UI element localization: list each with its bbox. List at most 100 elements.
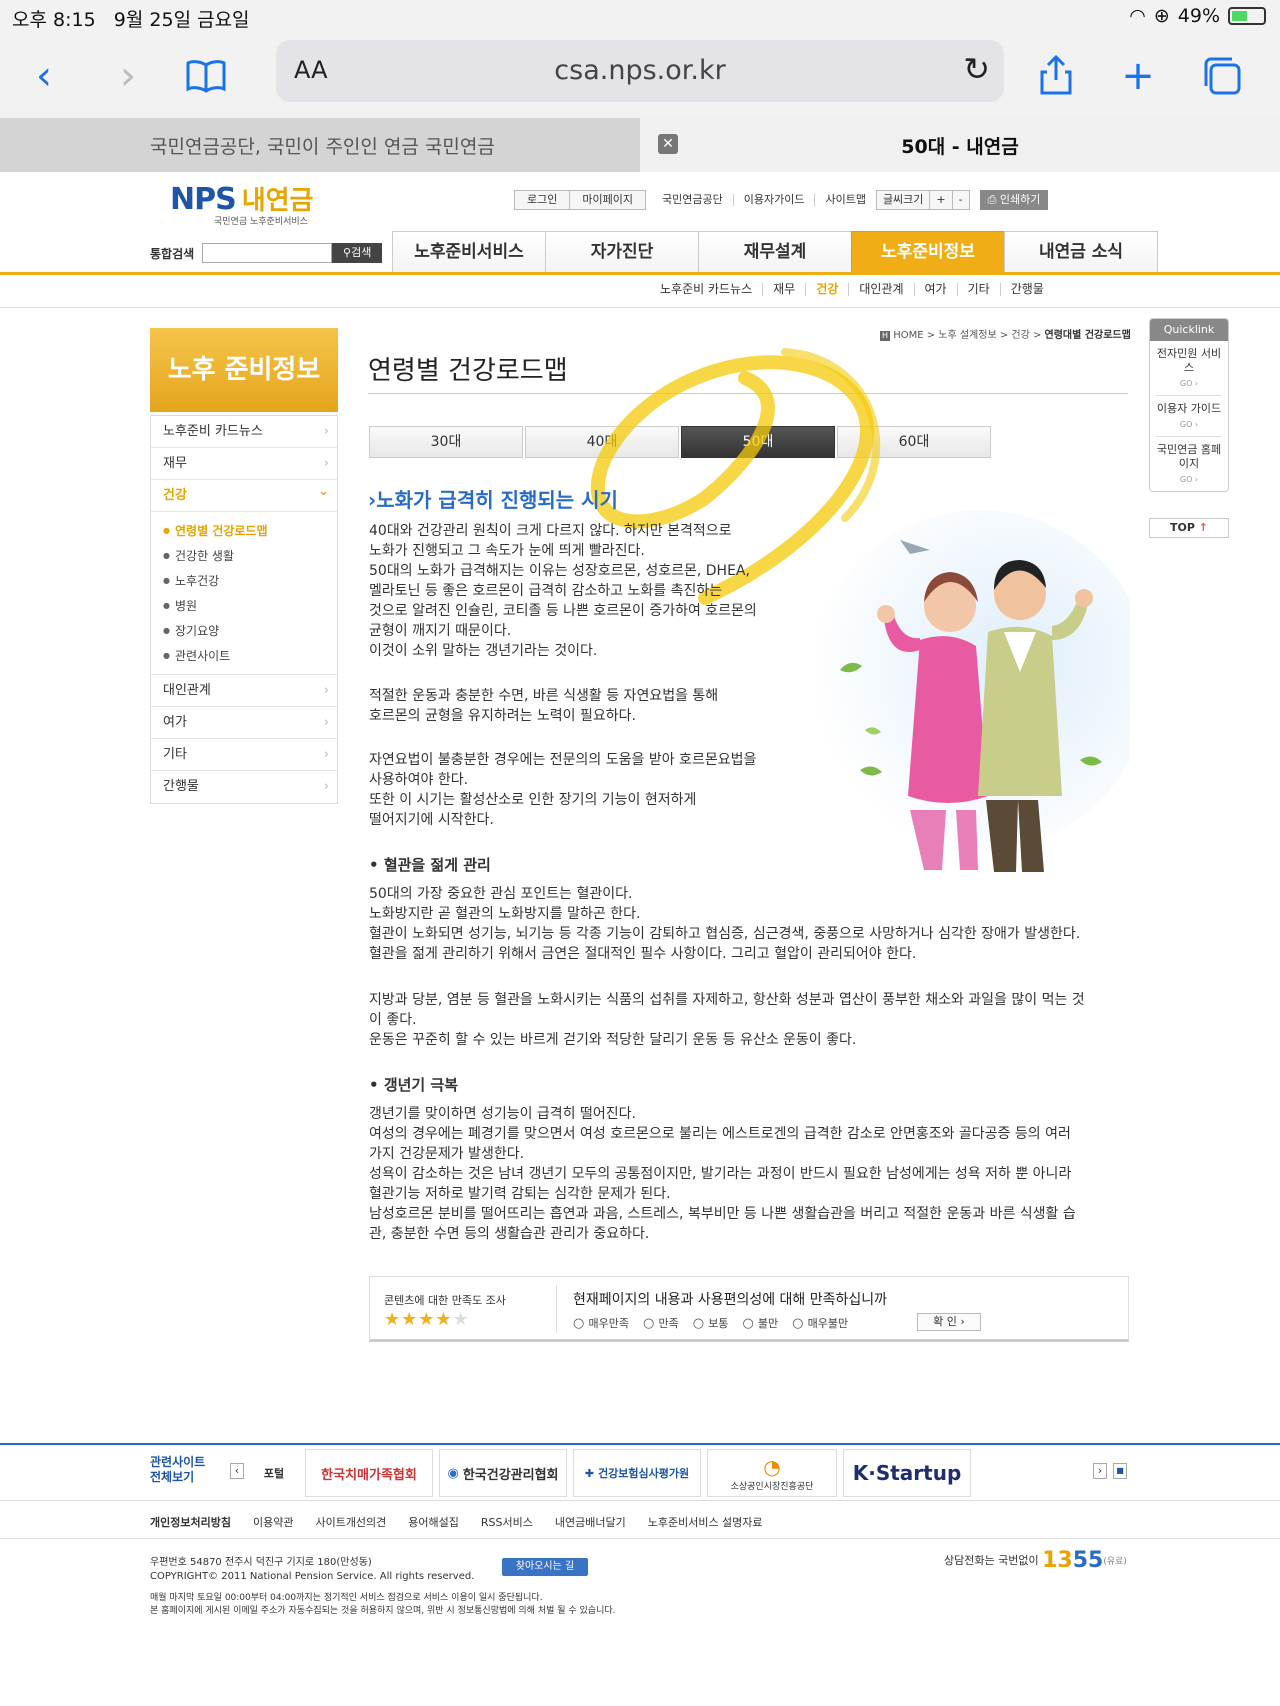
chevron-left-icon[interactable]: ‹ [230, 1463, 244, 1479]
stop-icon[interactable]: ■ [1113, 1463, 1127, 1479]
quicklink-user-guide[interactable]: 이용자 가이드 GO › [1156, 396, 1222, 437]
font-decrease-button[interactable]: - [952, 190, 970, 210]
sidebar-sub-age-roadmap[interactable]: 연령별 건강로드맵 [163, 518, 337, 543]
sidebar-sub-hospital[interactable]: 병원 [163, 593, 337, 618]
survey-confirm-button[interactable]: 확 인 › [917, 1313, 981, 1331]
banner-dementia-family[interactable]: 한국치매가족협회 [305, 1449, 433, 1497]
sidebar-item-etc[interactable]: 기타 [151, 739, 337, 771]
footer-notice: 매월 마지막 토요일 00:00부터 04:00까지는 정기적인 서비스 점검으… [150, 1592, 616, 1618]
subnav-health[interactable]: 건강 [805, 283, 848, 296]
privacy-policy-link[interactable]: 개인정보처리방침 [150, 1514, 231, 1530]
bookmarks-icon[interactable] [178, 48, 234, 104]
directions-button[interactable]: 찾아오시는 길 [502, 1558, 588, 1576]
sidebar-sub-healthy-life[interactable]: 건강한 생활 [163, 543, 337, 568]
service-material-link[interactable]: 노후준비서비스 설명자료 [648, 1514, 763, 1530]
option-very-dissatisfied[interactable]: 매우불만 [792, 1315, 848, 1331]
site-feedback-link[interactable]: 사이트개선의견 [315, 1514, 386, 1530]
text-line: 지방과 당분, 염분 등 혈관을 노화시키는 식품의 섭취를 자제하고, 항산화… [369, 992, 1085, 1008]
nps-link[interactable]: 국민연금공단 [652, 194, 733, 206]
new-tab-icon[interactable]: + [1110, 48, 1166, 104]
forward-icon[interactable]: › [100, 48, 156, 104]
site-logo[interactable]: NPS 내연금 국민연금 노후준비서비스 [170, 180, 314, 227]
banner-health-management[interactable]: ◉ 한국건강관리협회 [439, 1449, 567, 1497]
quicklink-e-civil[interactable]: 전자민원 서비스 GO › [1156, 341, 1222, 396]
sidebar-item-relationships[interactable]: 대인관계 [151, 675, 337, 707]
banner-link[interactable]: 내연금배너달기 [555, 1514, 626, 1530]
tab-50s-active[interactable]: ✕ 50대 - 내연금 [640, 118, 1280, 172]
banner-semas[interactable]: ◔ 소상공인시장진흥공단 [707, 1449, 837, 1497]
sidebar-item-health[interactable]: 건강 [151, 476, 337, 512]
sitemap-link[interactable]: 사이트맵 [814, 194, 875, 206]
star-icon: ★ [384, 1309, 402, 1330]
address-bar[interactable]: AA csa.nps.or.kr ↻ [276, 40, 1004, 102]
go-link[interactable]: GO › [1156, 377, 1222, 391]
option-very-satisfied[interactable]: 매우만족 [573, 1315, 628, 1331]
sidebar-title: 노후 준비정보 [150, 328, 338, 412]
tabs-overview-icon[interactable] [1194, 48, 1250, 104]
glossary-link[interactable]: 용어해설집 [408, 1514, 459, 1530]
nav-financial-planning[interactable]: 재무설계 [698, 231, 852, 273]
subnav-cardnews[interactable]: 노후준비 카드뉴스 [650, 283, 762, 296]
search-input[interactable] [202, 243, 333, 263]
breadcrumb-path: > 노후 설계정보 > 건강 > [923, 330, 1045, 341]
kahp-logo-icon: ◉ [447, 1465, 459, 1481]
logo-text: 내연금 [241, 186, 314, 216]
subnav-finance[interactable]: 재무 [762, 283, 805, 296]
option-satisfied[interactable]: 만족 [643, 1315, 678, 1331]
tab-30s[interactable]: 30대 [369, 426, 523, 458]
user-guide-link[interactable]: 이용자가이드 [732, 194, 815, 206]
nav-news[interactable]: 내연금 소식 [1004, 231, 1158, 273]
nav-self-diagnosis[interactable]: 자가진단 [545, 231, 699, 273]
footer-address: 우편번호 54870 전주시 덕진구 기지로 180(만성동) COPYRIGH… [150, 1556, 474, 1584]
sidebar-item-publications[interactable]: 간행물 [151, 771, 337, 803]
login-link[interactable]: 로그인 [514, 190, 571, 210]
utility-menu: 로그인 마이페이지 국민연금공단 이용자가이드 사이트맵 글씨크기 + - ⎙ … [514, 190, 1049, 210]
chevron-right-icon[interactable]: › [1093, 1463, 1107, 1479]
sidebar-item-leisure[interactable]: 여가 [151, 707, 337, 739]
quicklink-nps-homepage[interactable]: 국민연금 홈페이지 GO › [1156, 437, 1222, 491]
sidebar-sub-longterm-care[interactable]: 장기요양 [163, 618, 337, 643]
terms-link[interactable]: 이용약관 [253, 1514, 293, 1530]
banner-kstartup[interactable]: K·Startup [843, 1449, 971, 1497]
text-line: 사용하여야 한다. [369, 772, 469, 788]
back-icon[interactable]: ‹ [16, 48, 72, 104]
survey-question: 현재페이지의 내용과 사용편의성에 대해 만족하십니까 [573, 1292, 888, 1308]
print-button[interactable]: ⎙ 인쇄하기 [979, 190, 1049, 210]
font-increase-button[interactable]: + [930, 190, 953, 210]
banner-hira[interactable]: ✚ 건강보험심사평가원 [573, 1449, 701, 1497]
sidebar-sub-elder-health[interactable]: 노후건강 [163, 568, 337, 593]
go-link[interactable]: GO › [1156, 473, 1222, 487]
search-icon: ⚲ [343, 246, 352, 259]
rss-link[interactable]: RSS서비스 [481, 1514, 533, 1530]
banner-portal[interactable]: 포털 [250, 1449, 298, 1497]
nav-retirement-info[interactable]: 노후준비정보 [851, 231, 1005, 273]
sidebar-item-finance[interactable]: 재무 [151, 448, 337, 480]
phone-number-b: 55 [1072, 1548, 1104, 1573]
search-button[interactable]: ⚲검색 [332, 243, 383, 263]
status-time: 오후 8:15 [12, 9, 96, 31]
mypage-link[interactable]: 마이페이지 [570, 190, 646, 210]
sidebar-item-cardnews[interactable]: 노후준비 카드뉴스 [151, 416, 337, 448]
top-button[interactable]: TOP ↑ [1149, 518, 1229, 538]
related-sites: 관련사이트 전체보기 ‹ 포털 한국치매가족협회 ◉ 한국건강관리협회 ✚ 건강보험… [0, 1445, 1280, 1501]
nav-retirement-service[interactable]: 노후준비서비스 [392, 231, 546, 273]
subnav-publications[interactable]: 간행물 [999, 283, 1054, 296]
sidebar-sub-related-sites[interactable]: 관련사이트 [163, 643, 337, 668]
related-sites-label[interactable]: 관련사이트 전체보기 [150, 1455, 210, 1485]
share-icon[interactable] [1028, 48, 1084, 104]
sub-nav: 노후준비 카드뉴스 재무 건강 대인관계 여가 기타 간행물 [650, 283, 1054, 296]
url-text[interactable]: csa.nps.or.kr [276, 55, 1004, 86]
reload-icon[interactable]: ↻ [963, 50, 990, 88]
star-rating[interactable]: ★★★★★ [384, 1309, 470, 1330]
subnav-relationships[interactable]: 대인관계 [848, 283, 913, 296]
go-link[interactable]: GO › [1156, 418, 1222, 432]
option-neutral[interactable]: 보통 [693, 1315, 728, 1331]
tab-nps-home[interactable]: 국민연금공단, 국민이 주인인 연금 국민연금 [0, 118, 640, 172]
text-line: 혈관을 젊게 관리하기 위해서 금연은 절대적인 필수 사항이다. 그리고 혈압… [369, 946, 917, 962]
option-dissatisfied[interactable]: 불만 [742, 1315, 778, 1331]
subnav-etc[interactable]: 기타 [956, 283, 1000, 296]
quicklink-panel: Quicklink 전자민원 서비스 GO › 이용자 가이드 GO › 국민연금 … [1149, 318, 1229, 492]
subnav-leisure[interactable]: 여가 [913, 283, 957, 296]
text-line: 것으로 알려진 인슐린, 코티졸 등 나쁜 호르몬이 증가하여 호르몬의 [369, 603, 757, 619]
semas-logo-icon: ◔ [763, 1454, 781, 1479]
